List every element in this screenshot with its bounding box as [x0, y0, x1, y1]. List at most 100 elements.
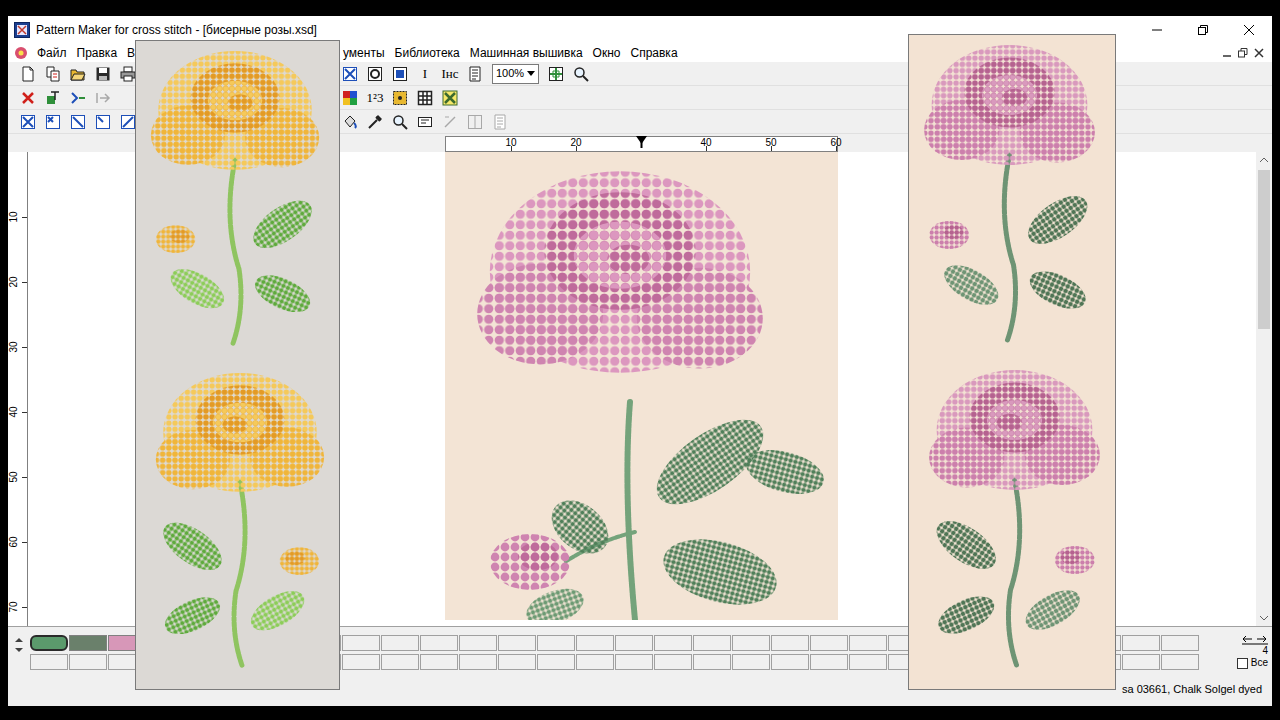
tool-kind: [392, 66, 408, 82]
tool-button[interactable]: [16, 63, 40, 85]
empty-swatch[interactable]: [810, 654, 848, 670]
tool-button[interactable]: [388, 87, 412, 109]
empty-swatch[interactable]: [537, 654, 575, 670]
pattern-grid[interactable]: [445, 152, 838, 620]
minimize-button[interactable]: [1134, 16, 1180, 44]
empty-swatch[interactable]: [732, 654, 770, 670]
menu-item[interactable]: Правка: [72, 44, 123, 62]
tool-button[interactable]: [338, 63, 362, 85]
tool-button[interactable]: [41, 111, 65, 133]
text-tool-button[interactable]: I: [413, 63, 437, 85]
tool-button[interactable]: [16, 87, 40, 109]
empty-swatch[interactable]: [576, 635, 614, 651]
text-tool-button[interactable]: Iнс: [438, 63, 462, 85]
empty-swatch[interactable]: [459, 635, 497, 651]
scroll-thumb[interactable]: [1258, 170, 1270, 329]
swatch-selection: [70, 636, 106, 650]
empty-swatch[interactable]: [537, 635, 575, 651]
tool-kind: [467, 114, 483, 130]
empty-swatch[interactable]: [693, 654, 731, 670]
scroll-up-icon[interactable]: [1260, 157, 1268, 163]
empty-swatch[interactable]: [810, 635, 848, 651]
show-all-option[interactable]: Все: [1237, 657, 1268, 669]
empty-swatch[interactable]: [615, 654, 653, 670]
empty-swatch[interactable]: [342, 654, 380, 670]
tool-kind: [95, 114, 111, 130]
empty-swatch[interactable]: [576, 654, 614, 670]
tool-button[interactable]: [438, 87, 462, 109]
tool-button[interactable]: [41, 63, 65, 85]
tool-button[interactable]: [544, 63, 568, 85]
tool-button[interactable]: [338, 87, 362, 109]
empty-swatch[interactable]: [654, 635, 692, 651]
tool-kind: [467, 66, 483, 82]
mdi-minimize-icon[interactable]: [1222, 48, 1232, 58]
scroll-down-icon[interactable]: [1260, 615, 1268, 621]
tool-button[interactable]: [463, 63, 487, 85]
scroll-track[interactable]: [1256, 168, 1272, 610]
empty-swatch[interactable]: [615, 635, 653, 651]
menu-item[interactable]: Справка: [625, 44, 682, 62]
mdi-close-icon[interactable]: [1254, 48, 1264, 58]
tool-button[interactable]: [91, 87, 115, 109]
tool-button[interactable]: [16, 111, 40, 133]
palette-swatch[interactable]: [69, 635, 107, 651]
tool-button[interactable]: [338, 111, 362, 133]
empty-swatch[interactable]: [30, 654, 68, 670]
page-arrows-icon[interactable]: [1242, 635, 1268, 645]
tool-button[interactable]: [363, 63, 387, 85]
tool-button[interactable]: [363, 111, 387, 133]
tool-button[interactable]: [66, 111, 90, 133]
empty-swatch[interactable]: [732, 635, 770, 651]
close-button[interactable]: [1226, 16, 1272, 44]
empty-swatch[interactable]: [1122, 635, 1160, 651]
empty-swatch[interactable]: [420, 635, 458, 651]
menu-item[interactable]: Библиотека: [390, 44, 465, 62]
tool-button[interactable]: [463, 111, 487, 133]
menu-item[interactable]: Машинная вышивка: [465, 44, 588, 62]
empty-swatch[interactable]: [849, 635, 887, 651]
empty-swatch[interactable]: [654, 654, 692, 670]
zoom-select[interactable]: 100%: [492, 64, 539, 84]
palette-up-icon[interactable]: [15, 637, 23, 643]
empty-swatch[interactable]: [1122, 654, 1160, 670]
empty-swatch[interactable]: [381, 635, 419, 651]
empty-swatch[interactable]: [498, 635, 536, 651]
restore-button[interactable]: [1180, 16, 1226, 44]
tool-button[interactable]: [91, 63, 115, 85]
empty-swatch[interactable]: [381, 654, 419, 670]
empty-swatch[interactable]: [498, 654, 536, 670]
tool-button[interactable]: [388, 111, 412, 133]
empty-swatch[interactable]: [771, 654, 809, 670]
tool-button[interactable]: [413, 87, 437, 109]
menu-item[interactable]: ументы: [338, 44, 390, 62]
empty-swatch[interactable]: [1161, 635, 1199, 651]
menu-item[interactable]: Окно: [588, 44, 626, 62]
vertical-scrollbar[interactable]: [1256, 152, 1272, 626]
tool-kind: [573, 66, 589, 82]
empty-swatch[interactable]: [342, 635, 380, 651]
menu-item[interactable]: Файл: [32, 44, 72, 62]
tool-button[interactable]: [91, 111, 115, 133]
text-tool-button[interactable]: 1²3: [363, 87, 387, 109]
empty-swatch[interactable]: [69, 654, 107, 670]
palette-swatch[interactable]: [30, 635, 68, 651]
mdi-restore-icon[interactable]: [1238, 48, 1248, 58]
tool-button[interactable]: [66, 63, 90, 85]
empty-swatch[interactable]: [459, 654, 497, 670]
palette-down-icon[interactable]: [15, 647, 23, 653]
empty-swatch[interactable]: [420, 654, 458, 670]
empty-swatch[interactable]: [1161, 654, 1199, 670]
show-all-checkbox[interactable]: [1237, 658, 1248, 669]
tool-button[interactable]: [66, 87, 90, 109]
tool-button[interactable]: [488, 111, 512, 133]
rose-pattern-icon: [909, 35, 1115, 689]
empty-swatch[interactable]: [849, 654, 887, 670]
tool-button[interactable]: [438, 111, 462, 133]
tool-button[interactable]: [569, 63, 593, 85]
empty-swatch[interactable]: [771, 635, 809, 651]
empty-swatch[interactable]: [693, 635, 731, 651]
tool-button[interactable]: [388, 63, 412, 85]
tool-button[interactable]: [41, 87, 65, 109]
tool-button[interactable]: [413, 111, 437, 133]
